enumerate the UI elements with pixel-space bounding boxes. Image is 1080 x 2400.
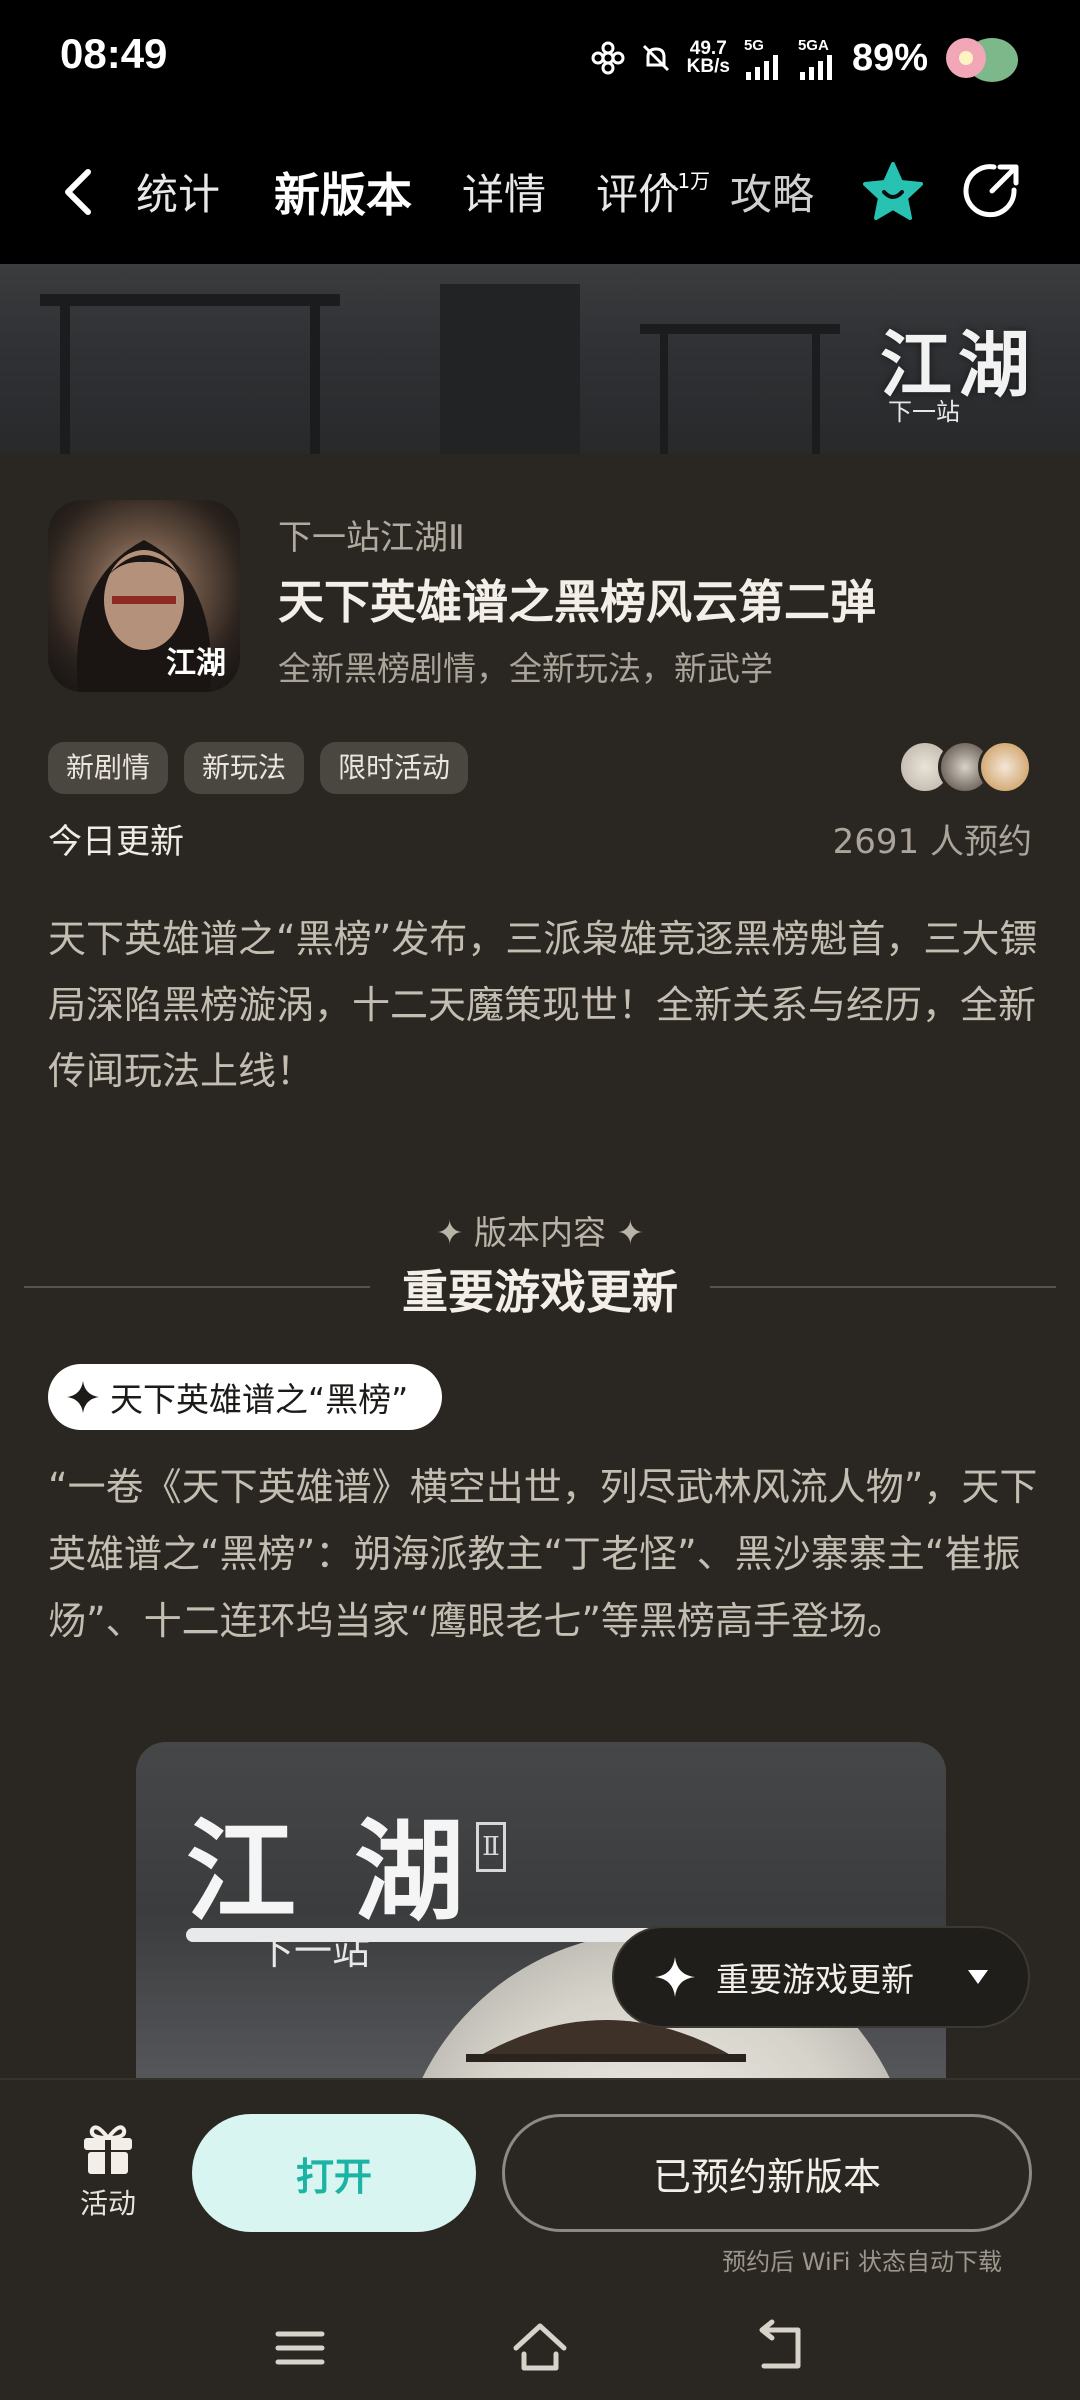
status-time: 08:49 [60, 30, 168, 77]
share-icon[interactable] [960, 160, 1022, 222]
banner-bench [640, 324, 840, 334]
tab-label: 新版本 [274, 168, 413, 222]
game-banner: 江湖 下一站 [0, 264, 1080, 454]
tag: 新剧情 [48, 742, 169, 794]
network-type-2: 5GA [797, 36, 829, 54]
banner-table-leg [60, 304, 70, 454]
sparkle-icon [67, 1381, 99, 1413]
banner-chair [440, 284, 580, 454]
tab-stats[interactable]: 统计 [136, 160, 220, 230]
tab-details[interactable]: 详情 [462, 160, 546, 230]
signal-bars-icon [799, 54, 832, 80]
top-nav: 统计 新版本 详情 评价 1.1万 攻略 [0, 118, 1080, 264]
feature-game-logo: 江 湖 [186, 1807, 475, 1936]
section-jump-dropdown[interactable]: 重要游戏更新 [612, 1926, 1030, 2028]
version-description: 天下英雄谱之“黑榜”发布，三派枭雄竞逐黑榜魁首，三大镖局深陷黑榜漩涡，十二天魔策… [48, 917, 1038, 1093]
reserve-count: 2691 人预约 [832, 822, 1032, 862]
open-button[interactable]: 打开 [192, 2114, 476, 2232]
sparkle-icon [655, 1957, 695, 1997]
app-icon[interactable]: 江湖 [48, 500, 240, 692]
tab-new-version[interactable]: 新版本 [274, 160, 413, 230]
tab-label: 攻略 [730, 170, 815, 219]
subsection-pill: 天下英雄谱之“黑榜” [48, 1364, 443, 1430]
avatar [978, 740, 1032, 794]
favorite-star-icon[interactable] [860, 160, 926, 226]
tab-label: 统计 [136, 170, 221, 219]
app-icon-logo-text: 江湖 [166, 646, 226, 681]
caret-down-icon [968, 1970, 988, 1984]
banner-table [40, 294, 340, 306]
reserved-new-version-button[interactable]: 已预约新版本 [502, 2114, 1032, 2232]
section-body-text: “一卷《天下英雄谱》横空出世，列尽武林风流人物”，天下英雄谱之“黑榜”：朔海派教… [48, 1465, 1038, 1643]
reserver-avatars[interactable] [898, 740, 1032, 794]
back-icon[interactable] [750, 2318, 810, 2378]
section-title: 重要游戏更新 [402, 1265, 678, 1319]
banner-bench-leg [660, 324, 668, 454]
tag: 限时活动 [320, 742, 469, 794]
feature-logo-mark: Ⅱ [476, 1822, 506, 1872]
tab-label: 详情 [462, 170, 547, 219]
banner-bench-leg [812, 324, 820, 454]
net-speed: 49.7 KB/s [686, 39, 730, 77]
battery-theme-icon [946, 38, 1018, 82]
banner-table-leg [310, 304, 320, 454]
tab-reviews[interactable]: 评价 1.1万 [596, 160, 710, 230]
menu-icon[interactable] [270, 2318, 330, 2378]
version-subtitle: 全新黑榜剧情，全新玩法，新武学 [278, 649, 773, 688]
tag: 新玩法 [184, 742, 305, 794]
net-speed-unit: KB/s [686, 56, 730, 77]
status-icons: 49.7 KB/s 5G 5GA 89% [591, 28, 1020, 88]
battery-level: 89% [851, 36, 928, 79]
back-arrow-icon[interactable] [56, 162, 106, 222]
signal-bars-icon [745, 54, 778, 80]
banner-game-logo-sub: 下一站 [888, 398, 960, 426]
tab-bar: 统计 新版本 详情 评价 1.1万 攻略 [136, 160, 814, 230]
system-nav-bar [0, 2300, 1080, 2400]
game-name: 下一站江湖Ⅱ [278, 518, 465, 558]
section-kicker: ✦ 版本内容 ✦ [435, 1213, 645, 1252]
network-type-1: 5G [743, 36, 764, 54]
signal-2: 5GA [798, 37, 838, 80]
signal-1: 5G [744, 37, 784, 80]
update-status: 今日更新 [48, 822, 184, 862]
subsection-pill-label: 天下英雄谱之“黑榜” [110, 1380, 409, 1419]
tab-label: 评价 [596, 170, 681, 219]
gift-icon [84, 2125, 132, 2174]
dropdown-label: 重要游戏更新 [716, 1960, 914, 1999]
activity-label: 活动 [79, 2187, 136, 2220]
tab-guides[interactable]: 攻略 [730, 160, 814, 230]
activity-button[interactable]: 活动 [58, 2118, 158, 2222]
silent-icon [642, 44, 669, 72]
feature-image[interactable]: 江 湖 下一站 Ⅱ [136, 1742, 946, 2082]
version-title: 天下英雄谱之黑榜风云第二弹 [278, 575, 876, 629]
tag-list: 新剧情 新玩法 限时活动 [48, 742, 469, 794]
home-icon[interactable] [510, 2318, 570, 2378]
wifi-download-note: 预约后 WiFi 状态自动下载 [722, 2248, 1002, 2276]
flower-icon [591, 41, 625, 75]
status-bar: 08:49 49.7 KB/s 5G 5GA 89% [0, 0, 1080, 118]
feature-game-logo-sub: 下一站 [256, 1929, 371, 1973]
